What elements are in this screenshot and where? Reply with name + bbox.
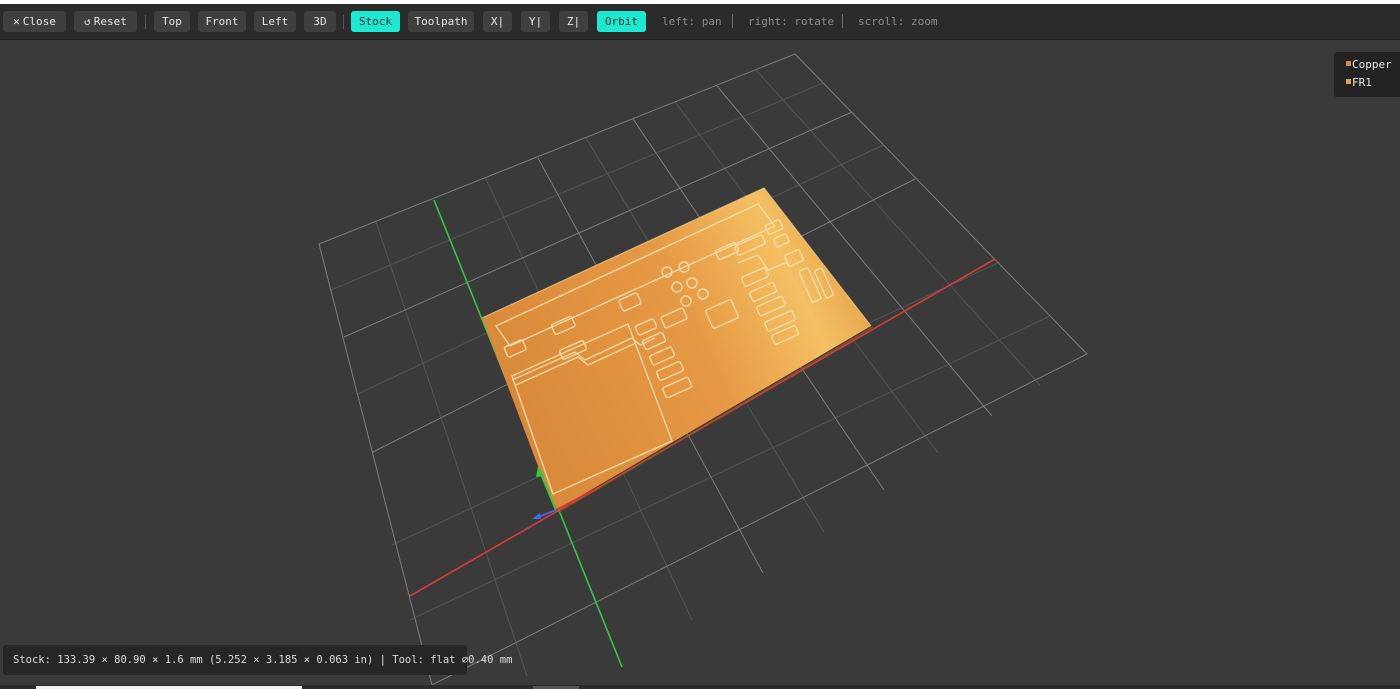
clip-x-button[interactable]: X| [483, 11, 512, 32]
copper-swatch-icon [1346, 61, 1351, 66]
legend-label: Copper [1352, 58, 1392, 71]
stock-toggle-button[interactable]: Stock [351, 11, 400, 32]
clip-y-button[interactable]: Y| [521, 11, 550, 32]
view-front-button[interactable]: Front [198, 11, 246, 32]
toolpath-toggle-button[interactable]: Toolpath [408, 11, 474, 32]
legend-label: FR1 [1352, 76, 1372, 89]
clip-z-button[interactable]: Z| [559, 11, 588, 32]
horizontal-scrollbar[interactable] [0, 685, 1400, 689]
fr1-swatch-icon [1346, 79, 1351, 84]
orbit-toggle-button[interactable]: Orbit [597, 11, 646, 32]
material-legend: Copper FR1 [1334, 52, 1400, 97]
stock-status-bar: Stock: 133.39 × 80.90 × 1.6 mm (5.252 × … [3, 645, 512, 675]
legend-item-copper: Copper [1346, 58, 1400, 76]
view-3d-button[interactable]: 3D [304, 11, 336, 32]
close-button[interactable]: ✕ Close [3, 11, 66, 32]
reset-label: Reset [93, 15, 127, 28]
view-left-button[interactable]: Left [254, 11, 296, 32]
toolbar-divider [145, 15, 146, 29]
hint-zoom: scroll: zoom [858, 15, 938, 28]
clip-plane-icon: | [573, 15, 581, 28]
reset-button[interactable]: ↺ Reset [74, 11, 137, 32]
scene-canvas[interactable] [0, 40, 1400, 685]
toolbar-divider [343, 15, 344, 29]
close-label: Close [22, 15, 56, 28]
clip-x-label: X [490, 15, 498, 28]
copper-surface [482, 188, 871, 511]
clip-plane-icon: | [535, 15, 543, 28]
3d-viewport[interactable] [0, 40, 1400, 685]
viewer-toolbar: ✕ Close ↺ Reset Top Front Left 3D Stock To… [0, 4, 1400, 40]
hint-divider [842, 14, 843, 28]
clip-plane-icon: | [497, 15, 505, 28]
clip-z-label: Z [566, 15, 574, 28]
legend-item-fr1: FR1 [1346, 76, 1400, 94]
hint-rotate: right: rotate [748, 15, 835, 28]
hint-pan: left: pan [662, 15, 722, 28]
view-top-button[interactable]: Top [154, 11, 190, 32]
reset-icon: ↺ [84, 15, 91, 28]
pcb-stock [481, 187, 874, 513]
close-icon: ✕ [13, 15, 20, 28]
clip-y-label: Y [528, 15, 536, 28]
hint-divider [732, 14, 733, 28]
